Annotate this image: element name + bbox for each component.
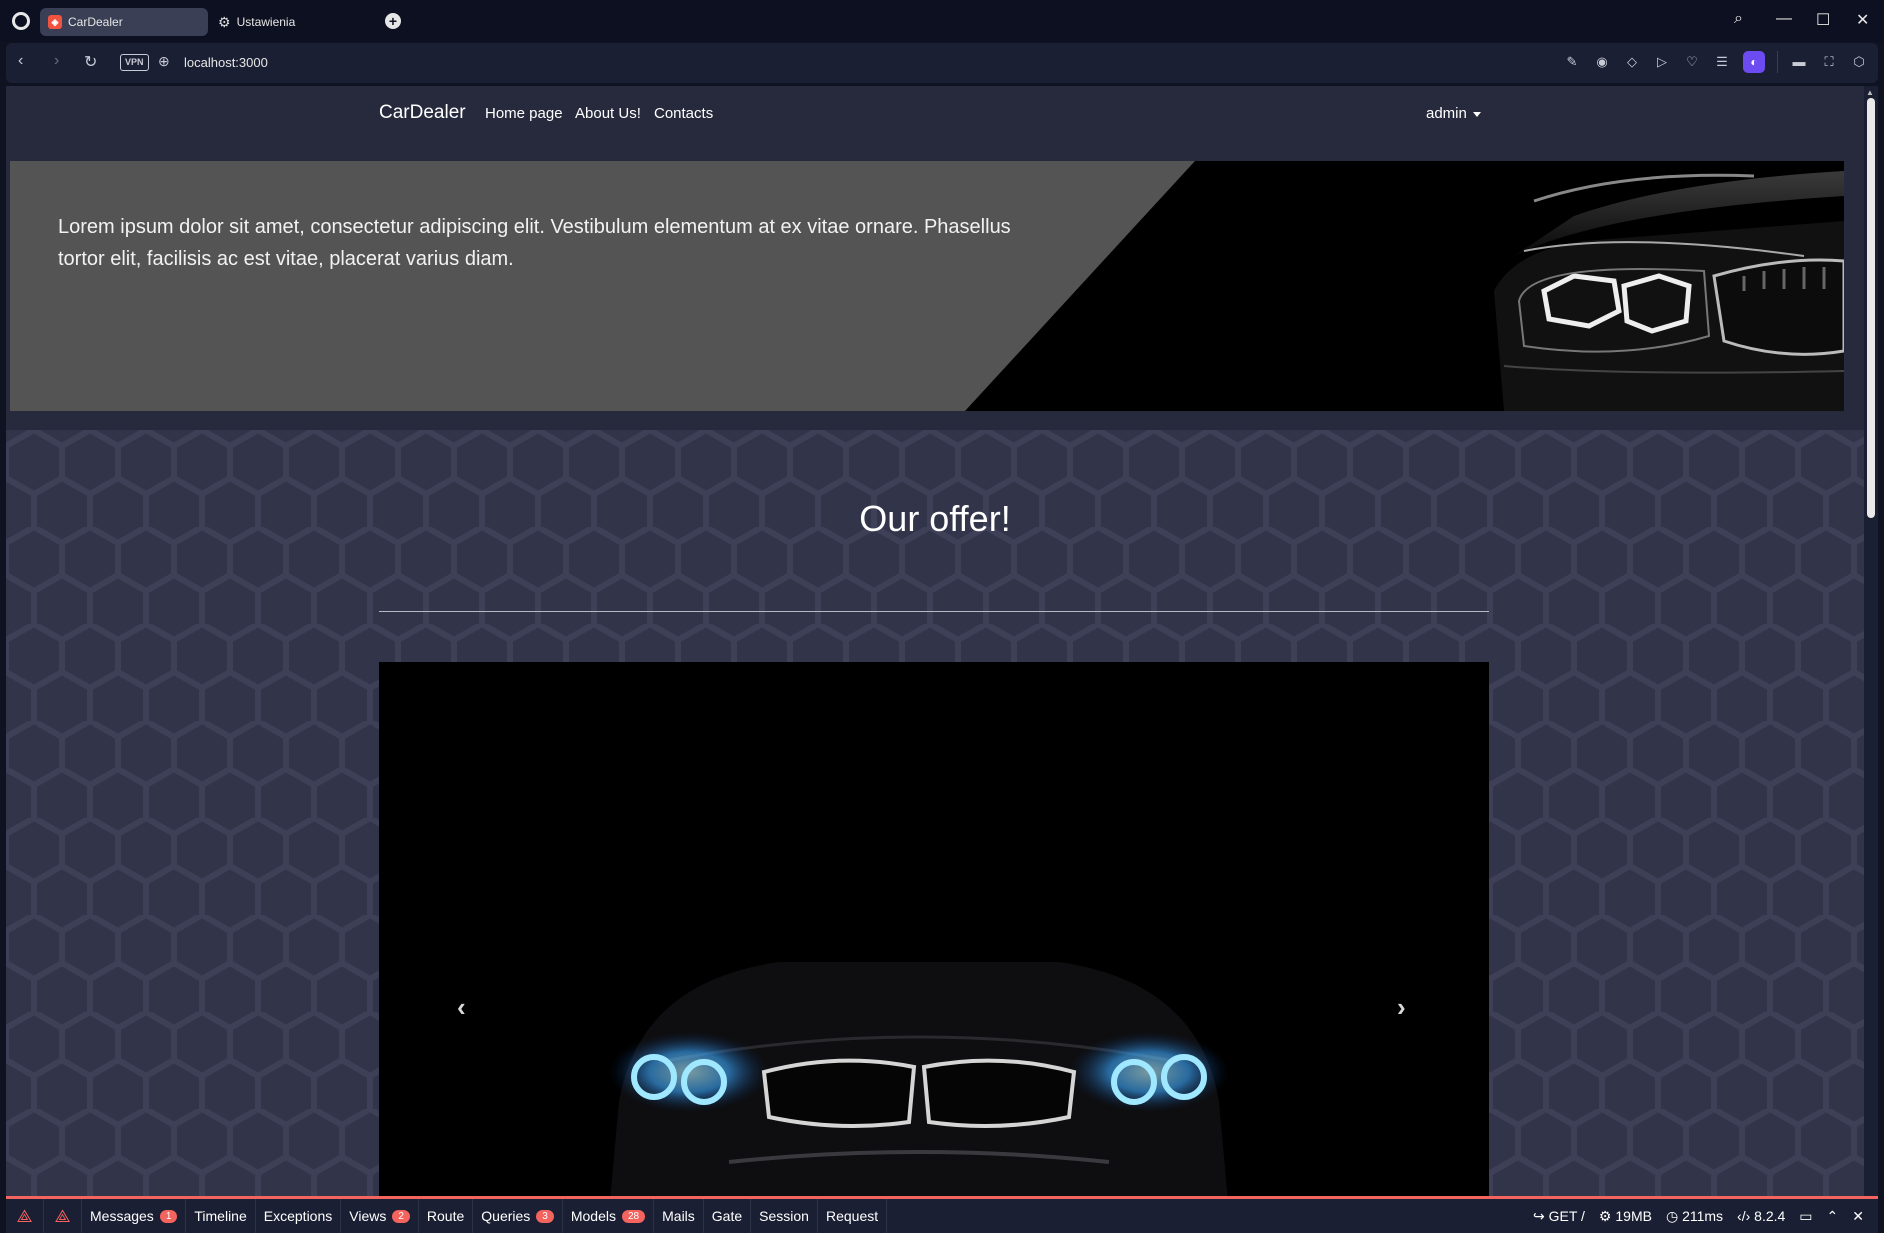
- reload-button[interactable]: ↻: [84, 52, 97, 72]
- share-icon: ↪: [1532, 1207, 1549, 1224]
- site-navbar: CarDealer Home page About Us! Contacts a…: [6, 86, 1864, 140]
- tab-cardealer[interactable]: ◈ CarDealer: [40, 8, 208, 36]
- edit-icon[interactable]: ✎: [1563, 53, 1581, 71]
- debugbar-tab-models[interactable]: Models 28: [563, 1199, 655, 1233]
- debugbar: ⟁ ⟁ Messages 1 Timeline Exceptions Views 2…: [6, 1196, 1878, 1233]
- globe-icon: ⊕: [158, 53, 170, 69]
- debugbar-tab-timeline[interactable]: Timeline: [186, 1199, 256, 1233]
- laravel-logo-icon[interactable]: ⟁: [6, 1199, 44, 1233]
- toolbar-divider: [1777, 51, 1778, 73]
- shield-icon[interactable]: ◇: [1623, 53, 1641, 71]
- debugbar-tab-request[interactable]: Request: [818, 1199, 888, 1233]
- minimize-button[interactable]: —: [1776, 10, 1792, 28]
- debugbar-tab-exceptions[interactable]: Exceptions: [256, 1199, 342, 1233]
- carousel-prev-button[interactable]: ‹: [457, 992, 466, 1023]
- carousel-next-button[interactable]: ›: [1397, 992, 1406, 1023]
- debugbar-tab-gate[interactable]: Gate: [704, 1199, 752, 1233]
- tab-title: Ustawienia: [236, 15, 296, 29]
- snapshot-icon[interactable]: ⛶: [1820, 53, 1838, 71]
- debugbar-tab-session[interactable]: Session: [751, 1199, 818, 1233]
- request-time: ◷ 211ms: [1665, 1207, 1724, 1224]
- debugbar-tab-queries[interactable]: Queries 3: [473, 1199, 563, 1233]
- browser-tab-bar: ◈ CarDealer ⚙ Ustawienia + ⌕ — ☐ ✕: [0, 0, 1884, 42]
- request-method[interactable]: ↪ GET /: [1533, 1208, 1585, 1225]
- debugbar-stats: ↪ GET / ⚙ 19MB ◷ 211ms ‹/› 8.2.4 ▭ ⌃ ✕: [1533, 1208, 1878, 1225]
- cogs-icon: ⚙: [1598, 1207, 1616, 1224]
- hero-text: Lorem ipsum dolor sit amet, consectetur …: [58, 216, 1011, 270]
- gear-icon: ⚙: [218, 13, 231, 30]
- php-version: ‹/› 8.2.4: [1737, 1208, 1786, 1224]
- url-input[interactable]: localhost:3000: [184, 55, 268, 70]
- debugbar-tab-route[interactable]: Route: [419, 1199, 474, 1233]
- folder-icon[interactable]: ▭: [1799, 1208, 1812, 1225]
- close-window-button[interactable]: ✕: [1856, 10, 1869, 30]
- profile-icon[interactable]: ◐: [1743, 51, 1765, 73]
- clock-icon: ◷: [1665, 1207, 1683, 1224]
- page-viewport: CarDealer Home page About Us! Contacts a…: [6, 86, 1864, 1196]
- user-menu-dropdown[interactable]: admin: [1426, 105, 1481, 122]
- toolbar-icons: ✎ ◉ ◇ ▷ ♡ ☰ ◐ ▬ ⛶ ⬡: [1563, 51, 1868, 73]
- forward-button[interactable]: ›: [54, 52, 59, 70]
- tab-settings[interactable]: ⚙ Ustawienia: [210, 8, 370, 36]
- scrollbar-thumb[interactable]: [1867, 98, 1875, 518]
- divider: [379, 611, 1489, 612]
- nav-link-home[interactable]: Home page: [485, 105, 563, 122]
- cube-icon[interactable]: ⬡: [1850, 53, 1868, 71]
- hero-car-image: [1494, 171, 1844, 411]
- debugbar-tab-mails[interactable]: Mails: [654, 1199, 704, 1233]
- count-badge: 3: [536, 1209, 554, 1223]
- count-badge: 2: [392, 1209, 410, 1223]
- scroll-up-icon[interactable]: ▲: [1866, 88, 1874, 97]
- caret-down-icon: [1472, 111, 1481, 117]
- camera-icon[interactable]: ◉: [1593, 53, 1611, 71]
- vpn-badge[interactable]: VPN: [120, 54, 149, 71]
- new-tab-button[interactable]: +: [385, 13, 401, 29]
- play-icon[interactable]: ▷: [1653, 53, 1671, 71]
- count-badge: 1: [159, 1209, 178, 1223]
- offer-section: Our offer! ‹ ›: [6, 430, 1864, 1196]
- offer-carousel: ‹ ›: [379, 662, 1489, 1196]
- search-icon[interactable]: ⌕: [1734, 10, 1743, 28]
- offer-title: Our offer!: [859, 498, 1011, 539]
- menu-icon[interactable]: ☰: [1713, 53, 1731, 71]
- carousel-car-image: [609, 962, 1229, 1196]
- memory-usage: ⚙ 19MB: [1598, 1207, 1652, 1224]
- maximize-button[interactable]: ☐: [1816, 10, 1830, 30]
- nav-link-about[interactable]: About Us!: [575, 105, 641, 122]
- laravel-restore-icon[interactable]: ⟁: [44, 1199, 82, 1233]
- close-icon[interactable]: ✕: [1852, 1208, 1864, 1225]
- address-bar: ‹ › ↻ VPN ⊕ localhost:3000 ✎ ◉ ◇ ▷ ♡ ☰ ◐…: [6, 43, 1878, 83]
- page-scrollbar[interactable]: ▲: [1864, 86, 1878, 1196]
- chevron-up-icon[interactable]: ⌃: [1827, 1208, 1839, 1225]
- chat-icon[interactable]: ▬: [1790, 53, 1808, 71]
- nav-link-contacts[interactable]: Contacts: [654, 105, 713, 122]
- back-button[interactable]: ‹: [18, 52, 23, 70]
- laravel-favicon-icon: ◈: [48, 15, 62, 29]
- debugbar-tab-views[interactable]: Views 2: [341, 1199, 419, 1233]
- hero-banner: Lorem ipsum dolor sit amet, consectetur …: [10, 161, 1844, 411]
- opera-logo-icon[interactable]: [12, 12, 30, 30]
- debugbar-tab-messages[interactable]: Messages 1: [82, 1199, 187, 1233]
- user-menu-label: admin: [1426, 105, 1467, 122]
- code-icon: ‹/›: [1737, 1208, 1755, 1224]
- tab-title: CarDealer: [68, 15, 123, 29]
- site-brand[interactable]: CarDealer: [379, 102, 466, 124]
- heart-icon[interactable]: ♡: [1683, 53, 1701, 71]
- count-badge: 28: [622, 1209, 646, 1223]
